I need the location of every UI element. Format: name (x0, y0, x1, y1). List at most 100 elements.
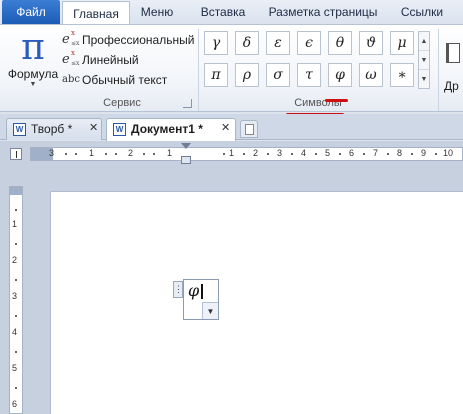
vertical-ruler[interactable]: 1 2 3 4 5 6 (9, 186, 23, 414)
equation-move-handle[interactable]: ⋮ (173, 281, 183, 298)
symbol-pi[interactable]: π (204, 63, 228, 87)
chevron-down-icon: ▼ (29, 81, 37, 88)
normal-text-icon: abc (62, 74, 80, 85)
group-separator (198, 29, 199, 111)
document-tab-bar: W Творб * ✕ W Документ1 * ✕ (0, 114, 463, 141)
ruler-tick (15, 351, 17, 353)
group-separator (438, 29, 439, 111)
scroll-up-icon[interactable]: ▲ (419, 32, 429, 51)
symbol-phi[interactable]: φ (328, 63, 352, 87)
doc-tab-label: Творб * (31, 122, 73, 136)
tab-page-layout[interactable]: Разметка страницы (264, 0, 382, 24)
professional-button[interactable]: e x ≤x Профессиональный (62, 29, 202, 49)
ruler-number: 7 (373, 148, 379, 158)
ruler-tick (15, 315, 17, 317)
doc-tab-tvorb[interactable]: W Творб * ✕ (6, 118, 102, 140)
ruler-tick (153, 153, 155, 155)
ruler-tick (15, 209, 17, 211)
ruler-tick (105, 153, 107, 155)
ruler-margin (10, 187, 22, 195)
tab-menu[interactable]: Меню (134, 0, 180, 24)
symbol-delta[interactable]: δ (235, 31, 259, 55)
structures-label: Др (444, 79, 459, 93)
gallery-more-icon[interactable]: ▼ (419, 70, 429, 89)
new-document-tab-icon[interactable] (240, 120, 258, 138)
symbol-gamma[interactable]: γ (204, 31, 228, 55)
symbol-omega[interactable]: ω (359, 63, 383, 87)
symbols-group-label: Символы (294, 97, 342, 109)
normal-text-button[interactable]: abc Обычный текст (62, 71, 202, 89)
ribbon-tab-bar: Файл Главная Меню Вставка Разметка стран… (0, 0, 463, 25)
tab-file[interactable]: Файл (2, 0, 60, 24)
horizontal-ruler[interactable]: 3 1 2 1 1 2 3 4 5 6 7 8 9 10 (30, 147, 463, 161)
ruler-number: 10 (443, 148, 454, 158)
symbol-tau[interactable]: τ (297, 63, 321, 87)
ruler-number: 5 (12, 363, 18, 373)
ruler-number: 8 (397, 148, 403, 158)
symbol-mu[interactable]: μ (390, 31, 414, 55)
ruler-tick (15, 387, 17, 389)
ruler-tick (267, 153, 269, 155)
symbol-sigma[interactable]: σ (266, 63, 290, 87)
text-cursor (201, 284, 203, 299)
symbol-theta-variant[interactable]: ϑ (359, 31, 383, 55)
ruler-number: 2 (128, 148, 134, 158)
close-icon[interactable]: ✕ (89, 121, 98, 134)
scroll-down-icon[interactable]: ▼ (419, 51, 429, 70)
ruler-tick (387, 153, 389, 155)
ruler-number: 4 (301, 148, 307, 158)
tab-home[interactable]: Главная (62, 1, 130, 25)
structures-button-partial[interactable]: Др (444, 35, 463, 95)
linear-format-icon: e x ≤x (62, 49, 80, 67)
ruler-number: 1 (229, 148, 235, 158)
ruler-number: 3 (49, 148, 55, 158)
linear-button[interactable]: e x ≤x Линейный (62, 49, 202, 69)
workspace: 3 1 2 1 1 2 3 4 5 6 7 8 9 10 1 2 3 4 5 6… (0, 141, 463, 414)
phi-highlight-underline (325, 99, 348, 102)
ruler-tick (363, 153, 365, 155)
symbol-epsilon-lunate[interactable]: ϵ (297, 31, 321, 55)
ruler-number: 3 (277, 148, 283, 158)
service-group-label: Сервис (103, 97, 141, 109)
ruler-number: 2 (12, 255, 18, 265)
ruler-tick (223, 153, 225, 155)
ruler-tick (435, 153, 437, 155)
word-doc-icon: W (113, 123, 126, 136)
ruler-number: 3 (12, 291, 18, 301)
ruler-tick (75, 153, 77, 155)
doc-tab-document1[interactable]: W Документ1 * ✕ (106, 118, 236, 141)
symbol-epsilon[interactable]: ε (266, 31, 290, 55)
document-page[interactable] (50, 191, 463, 414)
ruler-tick (65, 153, 67, 155)
professional-label: Профессиональный (82, 33, 195, 47)
linear-label: Линейный (82, 53, 139, 67)
close-icon[interactable]: ✕ (221, 121, 230, 134)
ruler-number: 5 (325, 148, 331, 158)
ruler-tick (339, 153, 341, 155)
formula-button[interactable]: π Формула ▼ (6, 29, 60, 91)
first-line-indent-handle[interactable] (181, 143, 191, 149)
gallery-scrollbar[interactable]: ▲ ▼ ▼ (418, 31, 430, 89)
equation-options-dropdown[interactable]: ▼ (202, 302, 218, 319)
ruler-tick (243, 153, 245, 155)
ruler-number: 6 (349, 148, 355, 158)
symbol-theta[interactable]: θ (328, 31, 352, 55)
normal-text-label: Обычный текст (82, 73, 168, 87)
tab-references[interactable]: Ссылки (392, 0, 452, 24)
ruler-number: 2 (253, 148, 259, 158)
dialog-launcher-icon[interactable] (183, 99, 192, 108)
tab-stop-selector-icon[interactable] (10, 148, 22, 160)
symbol-asterisk[interactable]: ∗ (390, 63, 414, 87)
ruler-number: 4 (12, 327, 18, 337)
symbol-rho[interactable]: ρ (235, 63, 259, 87)
doc-tab-label: Документ1 * (131, 122, 203, 136)
ruler-tick (15, 279, 17, 281)
ruler-tick (143, 153, 145, 155)
formula-label: Формула (7, 67, 59, 81)
left-indent-handle[interactable] (181, 156, 191, 164)
ruler-tick (115, 153, 117, 155)
tab-insert[interactable]: Вставка (190, 0, 256, 24)
indent-marker[interactable] (181, 143, 191, 165)
ruler-number: 1 (12, 219, 18, 229)
equation-box[interactable]: φ ▼ (183, 279, 219, 320)
